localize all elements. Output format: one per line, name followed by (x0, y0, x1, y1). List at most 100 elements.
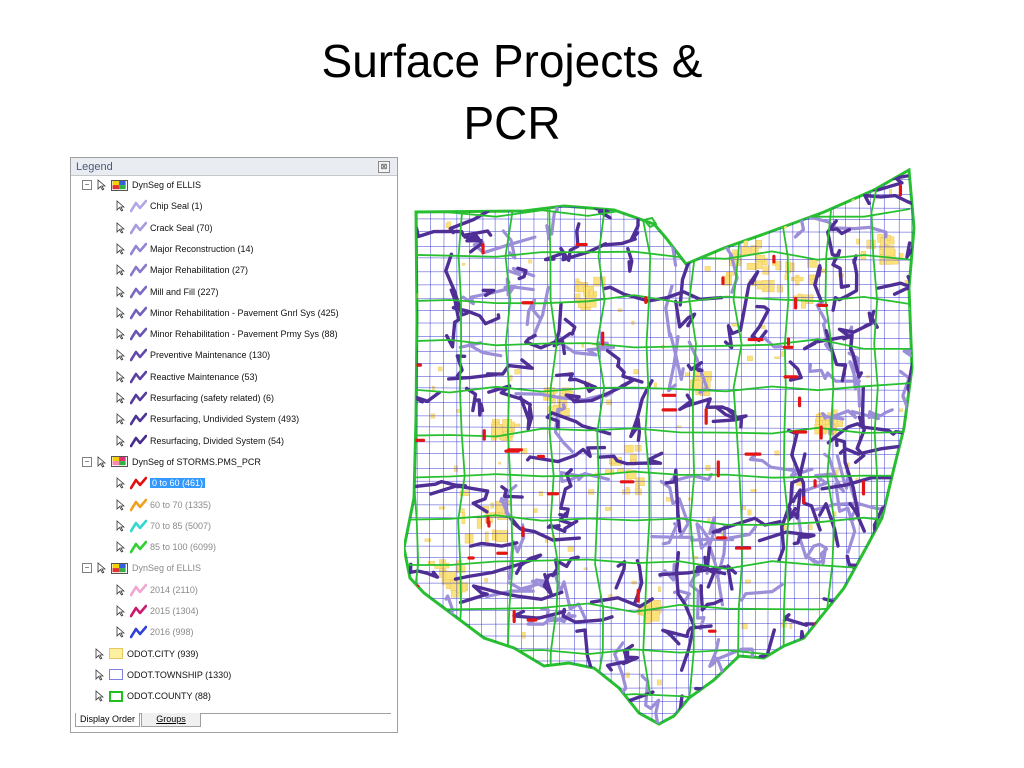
city-patch (756, 284, 765, 290)
city-patch (742, 506, 746, 511)
legend-item-label: 85 to 100 (6099) (150, 542, 217, 553)
city-patch (678, 237, 684, 242)
legend-group-2[interactable]: − DynSeg of ELLIS (82, 559, 201, 577)
collapse-toggle-icon[interactable]: − (82, 563, 92, 574)
legend-layer[interactable]: ODOT.COUNTY (88) (95, 687, 211, 705)
city-patch (774, 356, 781, 359)
project-route (764, 680, 783, 700)
line-symbol-icon (129, 370, 148, 384)
city-patch (886, 235, 891, 241)
city-patch (605, 507, 611, 511)
city-patch (498, 461, 502, 465)
legend-item[interactable]: Major Reconstruction (14) (116, 240, 254, 258)
city-patch (511, 698, 515, 702)
city-patch (885, 576, 891, 582)
legend-tabs: Display Order Groups (75, 713, 391, 728)
tab-groups[interactable]: Groups (141, 713, 201, 727)
city-patch (880, 237, 885, 250)
project-route (767, 675, 844, 687)
legend-item[interactable]: Minor Rehabilitation - Pavement Gnrl Sys… (116, 304, 339, 322)
line-symbol-icon (129, 519, 148, 533)
cursor-icon (116, 626, 126, 638)
cursor-icon (116, 349, 126, 361)
city-patch (506, 185, 510, 191)
legend-item[interactable]: Chip Seal (1) (116, 197, 203, 215)
cursor-icon (116, 264, 126, 276)
city-patch (541, 190, 548, 195)
line-symbol-icon (129, 476, 148, 490)
legend-item[interactable]: 70 to 85 (5007) (116, 517, 211, 535)
legend-group-0[interactable]: − DynSeg of ELLIS (82, 176, 201, 194)
city-patch (461, 263, 466, 266)
legend-item[interactable]: Mill and Fill (227) (116, 283, 219, 301)
city-patch (521, 632, 526, 639)
city-patch (633, 369, 639, 375)
line-symbol-icon (129, 199, 148, 213)
cursor-icon (116, 413, 126, 425)
legend-item[interactable]: 2015 (1304) (116, 602, 199, 620)
legend-item[interactable]: Resurfacing, Divided System (54) (116, 432, 284, 450)
line-symbol-icon (129, 540, 148, 554)
legend-item[interactable]: 2014 (2110) (116, 581, 198, 599)
cursor-icon (97, 179, 107, 191)
cursor-icon (116, 434, 126, 447)
city-patch (815, 716, 821, 722)
legend-item-label: 60 to 70 (1335) (150, 499, 212, 510)
legend-layer[interactable]: ODOT.CITY (939) (95, 645, 198, 663)
legend-item-label: Resurfacing, Undivided System (493) (150, 414, 300, 425)
polygon-symbol-icon (109, 669, 123, 681)
city-patch (866, 375, 870, 378)
collapse-toggle-icon[interactable]: − (82, 456, 92, 467)
legend-title: Legend (76, 161, 113, 173)
city-patch (657, 586, 661, 592)
cursor-icon (116, 583, 126, 596)
city-patch (704, 266, 711, 272)
city-patch (476, 516, 482, 529)
legend-group-1[interactable]: − DynSeg of STORMS.PMS_PCR (82, 453, 261, 471)
legend-layer[interactable]: ODOT.TOWNSHIP (1330) (95, 666, 231, 684)
project-route (597, 707, 629, 724)
tab-display-order[interactable]: Display Order (75, 713, 141, 727)
legend-item[interactable]: 0 to 60 (461) (116, 474, 206, 492)
city-patch (422, 631, 429, 636)
legend-item[interactable]: Preventive Maintenance (130) (116, 346, 270, 364)
legend-item[interactable]: 60 to 70 (1335) (116, 496, 211, 514)
city-patch (602, 276, 606, 280)
legend-item[interactable]: 2016 (998) (116, 623, 194, 641)
city-patch (747, 509, 752, 516)
city-patch (866, 239, 876, 249)
project-route (790, 629, 808, 717)
legend-header: Legend ⊠ (71, 158, 397, 176)
legend-item[interactable]: Major Rehabilitation (27) (116, 261, 248, 279)
project-route (476, 655, 493, 710)
city-patch (438, 366, 443, 372)
ohio-map[interactable] (404, 168, 920, 728)
city-patch (514, 369, 521, 375)
city-patch (893, 669, 899, 674)
legend-item[interactable]: 85 to 100 (6099) (116, 538, 216, 556)
city-patch (710, 186, 717, 192)
township-boundary (404, 660, 914, 662)
city-patch (635, 477, 645, 487)
city-patch (453, 465, 458, 472)
close-icon[interactable]: ⊠ (378, 161, 390, 173)
legend-item[interactable]: Resurfacing, Undivided System (493) (116, 410, 299, 428)
legend-item[interactable]: Resurfacing (safety related) (6) (116, 389, 274, 407)
legend-item[interactable]: Crack Seal (70) (116, 219, 213, 237)
legend-item[interactable]: Reactive Maintenance (53) (116, 368, 258, 386)
legend-item-label: 0 to 60 (461) (150, 478, 206, 489)
project-route (736, 649, 755, 724)
city-patch (871, 574, 877, 580)
city-patch (404, 574, 408, 578)
cursor-icon (116, 519, 126, 532)
legend-item-label: Resurfacing (safety related) (6) (150, 393, 275, 403)
city-patch (762, 265, 769, 275)
city-patch (756, 704, 763, 711)
line-symbol-icon (129, 263, 148, 277)
collapse-toggle-icon[interactable]: − (82, 180, 92, 190)
city-patch (490, 502, 494, 509)
legend-item[interactable]: Minor Rehabilitation - Pavement Prmy Sys… (116, 325, 338, 343)
cursor-icon (116, 285, 126, 298)
line-symbol-icon (129, 391, 148, 405)
city-patch (707, 517, 711, 522)
